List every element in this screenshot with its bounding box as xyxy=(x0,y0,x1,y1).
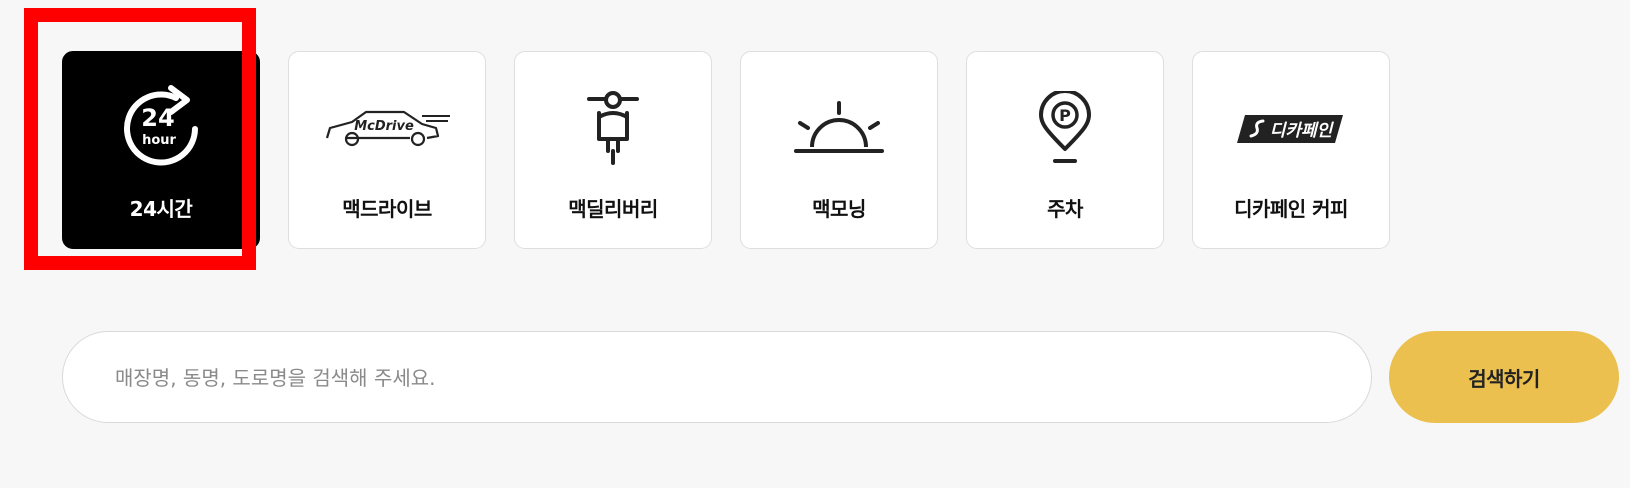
filter-24-hours[interactable]: 24 hour 24시간 xyxy=(62,51,260,249)
filter-label: 24시간 xyxy=(129,197,193,221)
parking-icon-text: P xyxy=(1059,106,1071,125)
filter-mcdrive[interactable]: McDrive 맥드라이브 xyxy=(288,51,486,249)
decaf-logo-text: 디카페인 xyxy=(1270,121,1335,141)
filter-label: 맥드라이브 xyxy=(342,197,432,221)
sunrise-icon xyxy=(769,89,909,169)
filter-label: 맥딜리버리 xyxy=(568,197,658,221)
parking-pin-icon: P xyxy=(995,89,1135,169)
search-input[interactable] xyxy=(113,332,1317,424)
scooter-icon xyxy=(543,89,683,169)
search-button[interactable]: 검색하기 xyxy=(1389,331,1619,423)
filter-decaf-coffee[interactable]: 디카페인 디카페인 커피 xyxy=(1192,51,1390,249)
filter-parking[interactable]: P 주차 xyxy=(966,51,1164,249)
filter-mcdelivery[interactable]: 맥딜리버리 xyxy=(514,51,712,249)
filter-label: 주차 xyxy=(1047,197,1083,221)
24-hour-icon-text: 24 xyxy=(141,104,174,132)
filter-mcmorning[interactable]: 맥모닝 xyxy=(740,51,938,249)
mcdrive-icon-text: McDrive xyxy=(354,119,414,134)
search-box xyxy=(62,331,1372,424)
decaf-logo-icon: 디카페인 xyxy=(1221,89,1361,169)
filter-label: 디카페인 커피 xyxy=(1234,197,1348,221)
mcdrive-car-icon: McDrive xyxy=(317,89,457,169)
24-hour-icon: 24 hour xyxy=(91,85,231,169)
filter-label: 맥모닝 xyxy=(812,197,866,221)
24-hour-icon-subtext: hour xyxy=(142,133,176,148)
store-filter-list: 24 hour 24시간 McDrive 맥드라이브 맥딜리버리 맥모닝 P 주… xyxy=(62,51,1390,249)
